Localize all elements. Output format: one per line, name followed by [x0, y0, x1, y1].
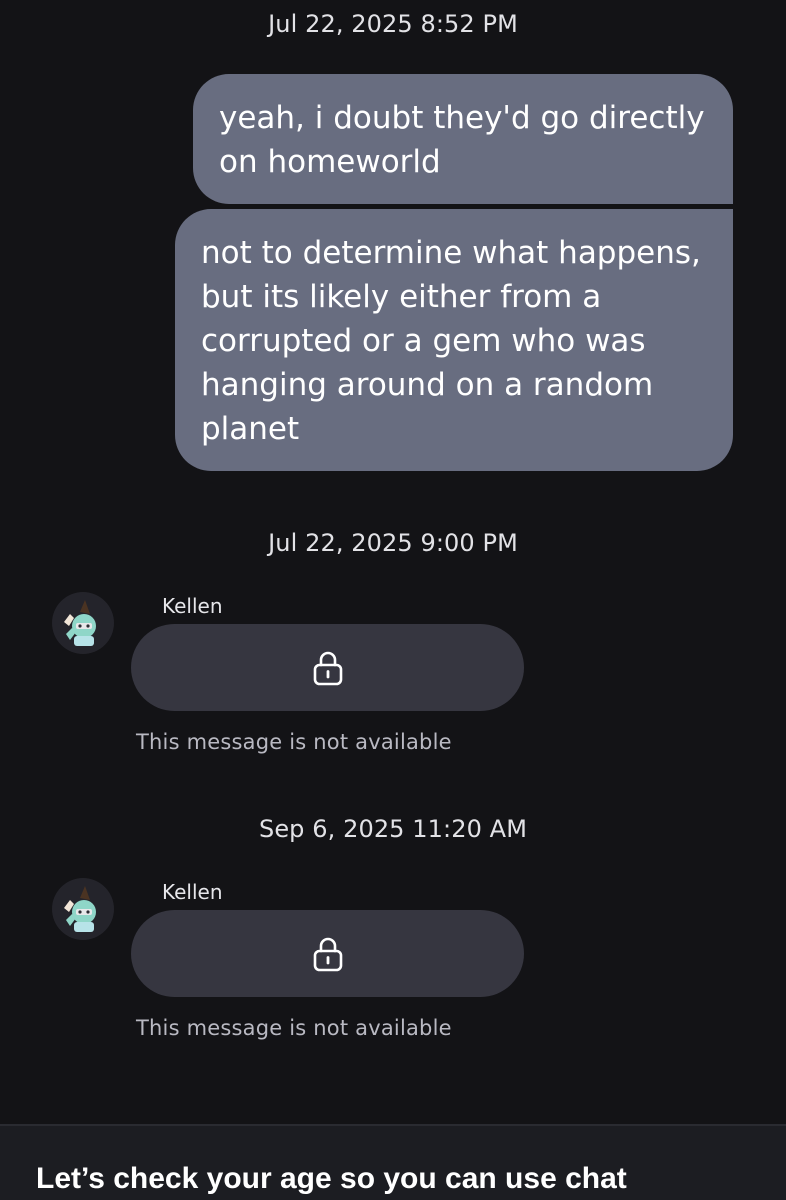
message-unavailable-status: This message is not available [136, 1016, 452, 1040]
lock-icon [313, 937, 343, 972]
outgoing-message-bubble[interactable]: yeah, i doubt they'd go directly on home… [193, 74, 733, 204]
outgoing-message-bubble[interactable]: not to determine what happens, but its l… [175, 209, 733, 471]
message-timestamp: Sep 6, 2025 11:20 AM [258, 815, 527, 843]
message-unavailable-status: This message is not available [136, 730, 452, 754]
avatar-character-icon [52, 592, 114, 654]
avatar-character-icon [52, 878, 114, 940]
sender-name: Kellen [162, 594, 223, 618]
age-check-title: Let’s check your age so you can use chat [36, 1162, 627, 1195]
avatar[interactable] [52, 592, 114, 654]
sender-name: Kellen [162, 880, 223, 904]
incoming-message-bubble[interactable] [131, 910, 524, 997]
message-text: yeah, i doubt they'd go directly on home… [219, 100, 705, 180]
incoming-message-bubble[interactable] [131, 624, 524, 711]
message-timestamp: Jul 22, 2025 9:00 PM [268, 529, 518, 557]
message-timestamp: Jul 22, 2025 8:52 PM [268, 10, 518, 38]
message-text: not to determine what happens, but its l… [201, 235, 701, 447]
age-check-banner[interactable]: Let’s check your age so you can use chat [0, 1124, 786, 1200]
avatar[interactable] [52, 878, 114, 940]
lock-icon [313, 651, 343, 686]
